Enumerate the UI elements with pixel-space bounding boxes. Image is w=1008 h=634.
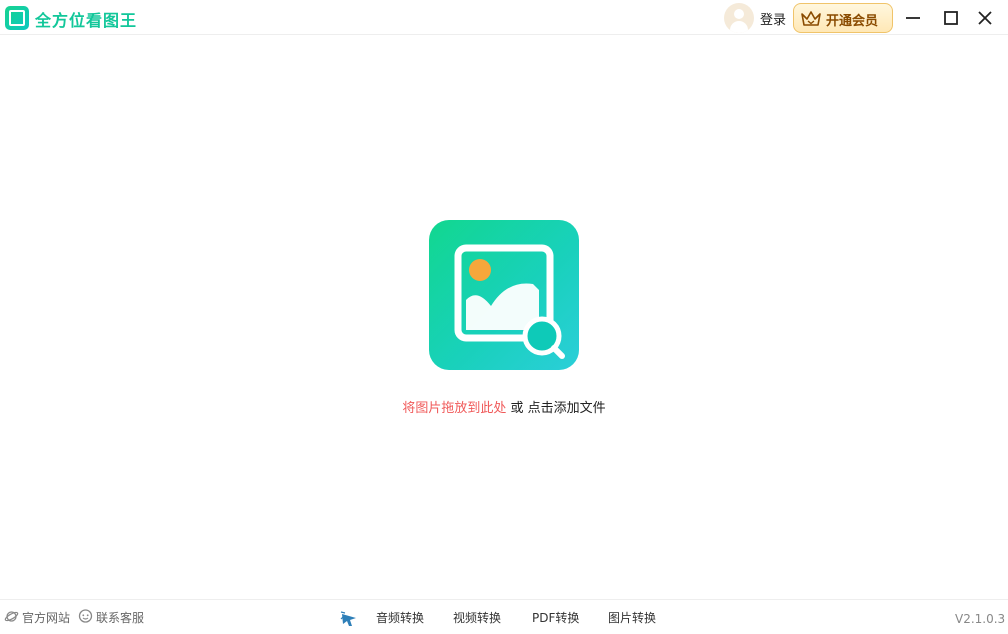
footer-bar: 官方网站 联系客服 音频转换 视频转换 PDF转换 图片转换 V2.1.0.3 [0,599,1008,634]
app-title: 全方位看图王 [35,11,138,30]
drop-zone[interactable]: 将图片拖放到此处 或 点击添加文件 [0,36,1008,599]
customer-service-link[interactable]: 联系客服 [78,609,152,627]
drop-hint: 将图片拖放到此处 或 点击添加文件 [0,397,1008,416]
official-site-label: 官方网站 [22,611,71,625]
pdf-convert-link[interactable]: PDF转换 [532,609,579,626]
maximize-button[interactable] [937,4,965,32]
minimize-icon [906,17,920,19]
planet-icon [4,611,19,622]
image-viewer-icon[interactable] [429,220,579,370]
vip-label: 开通会员 [826,14,879,29]
close-icon [978,11,992,25]
login-link[interactable]: 登录 [760,9,786,28]
maximize-icon [944,11,958,25]
image-convert-link[interactable]: 图片转换 [608,609,656,626]
audio-convert-link[interactable]: 音频转换 [376,609,424,626]
crown-icon [801,11,821,26]
version-label: V2.1.0.3 [955,612,1006,626]
app-logo-icon [5,6,29,30]
official-site-link[interactable]: 官方网站 [4,609,78,627]
user-avatar[interactable] [724,3,754,33]
minimize-button[interactable] [899,4,927,32]
cursor-arrow-icon [340,611,356,626]
add-file-link[interactable]: 点击添加文件 [528,401,606,416]
customer-service-label: 联系客服 [96,611,145,625]
or-text: 或 [510,401,524,416]
vip-button[interactable]: 开通会员 [793,3,893,33]
title-bar: 全方位看图王 登录 开通会员 [0,0,1008,35]
drag-text: 将图片拖放到此处 [402,401,507,416]
chat-icon [78,609,93,623]
video-convert-link[interactable]: 视频转换 [453,609,501,626]
close-button[interactable] [971,4,999,32]
